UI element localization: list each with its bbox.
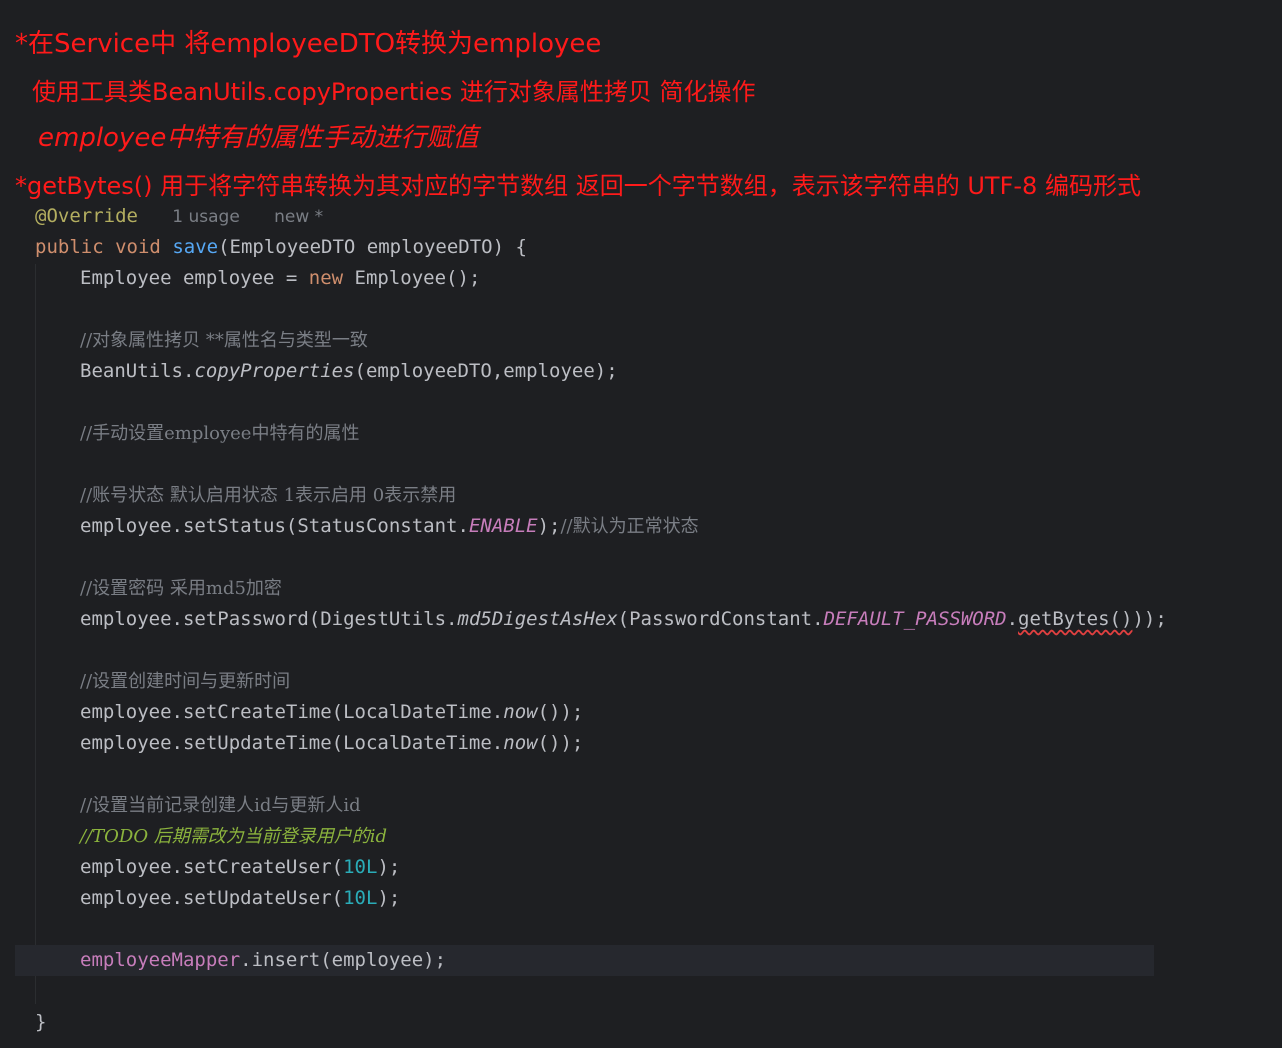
number-literal: 10L	[343, 856, 378, 878]
closing-brace: }	[35, 1011, 47, 1033]
code-line-todo: //TODO 后期需改为当前登录用户的id	[80, 821, 387, 852]
code-line-close-brace: }	[35, 1007, 46, 1038]
static-method: copyProperties	[194, 360, 355, 382]
code-line-new-employee: Employee employee = new Employee();	[80, 263, 480, 294]
code-line-comment-time: //设置创建时间与更新时间	[80, 666, 290, 697]
field-reference: employeeMapper	[80, 949, 241, 971]
comment: //对象属性拷贝 **属性名与类型一致	[80, 330, 368, 351]
code-line-set-update-user: employee.setUpdateUser(10L);	[80, 883, 400, 914]
code-line-annotation: @Override 1 usage new *	[35, 201, 323, 232]
override-annotation: @Override	[35, 205, 138, 227]
code-text: .	[1006, 608, 1019, 630]
code-line-comment-password: //设置密码 采用md5加密	[80, 573, 282, 604]
static-method: md5DigestAsHex	[457, 608, 618, 630]
number-literal: 10L	[343, 887, 378, 909]
code-text: employee.setUpdateTime(LocalDateTime.	[80, 732, 504, 754]
code-line-set-update-time: employee.setUpdateTime(LocalDateTime.now…	[80, 728, 583, 759]
comment: //手动设置employee中特有的属性	[80, 423, 360, 444]
code-line-comment-user: //设置当前记录创建人id与更新人id	[80, 790, 361, 821]
comment: //设置当前记录创建人id与更新人id	[80, 795, 361, 816]
annotation-note-2: 使用工具类BeanUtils.copyProperties 进行对象属性拷贝 简…	[32, 78, 756, 106]
annotation-note-1: *在Service中 将employeeDTO转换为employee	[15, 29, 602, 59]
code-text: );	[537, 515, 561, 537]
constant: ENABLE	[468, 515, 538, 537]
warning-squiggle[interactable]: getBytes()	[1018, 608, 1132, 630]
indent-guide	[35, 264, 36, 1004]
code-text: (PasswordConstant.	[617, 608, 824, 630]
code-text: employee.setCreateUser(	[80, 856, 344, 878]
code-line-set-create-time: employee.setCreateTime(LocalDateTime.now…	[80, 697, 583, 728]
code-text: employee.setPassword(DigestUtils.	[80, 608, 458, 630]
comment: //默认为正常状态	[560, 516, 699, 537]
comment: //设置密码 采用md5加密	[80, 578, 282, 599]
code-line-set-status: employee.setStatus(StatusConstant.ENABLE…	[80, 511, 699, 542]
static-method: now	[503, 701, 538, 723]
static-method: now	[503, 732, 538, 754]
method-params: (EmployeeDTO employeeDTO) {	[218, 236, 527, 258]
code-text: BeanUtils.	[80, 360, 195, 382]
author-hint[interactable]: new *	[274, 207, 323, 227]
code-line-comment-status: //账号状态 默认启用状态 1表示启用 0表示禁用	[80, 480, 456, 511]
code-line-signature: public void save(EmployeeDTO employeeDTO…	[35, 232, 527, 263]
code-text: );	[377, 887, 401, 909]
constant: DEFAULT_PASSWORD	[823, 608, 1007, 630]
code-line-copy-properties: BeanUtils.copyProperties(employeeDTO,emp…	[80, 356, 618, 387]
code-line-comment-copy: //对象属性拷贝 **属性名与类型一致	[80, 325, 368, 356]
annotation-note-3: employee中特有的属性手动进行赋值	[38, 123, 479, 153]
code-text: ));	[1132, 608, 1167, 630]
code-text: (employeeDTO,employee);	[354, 360, 618, 382]
code-editor[interactable]: @Override 1 usage new * public void save…	[0, 200, 1282, 1048]
code-text: employee.setUpdateUser(	[80, 887, 344, 909]
code-line-set-password: employee.setPassword(DigestUtils.md5Dige…	[80, 604, 1167, 635]
code-text: employee.setCreateTime(LocalDateTime.	[80, 701, 504, 723]
code-line-comment-manual: //手动设置employee中特有的属性	[80, 418, 359, 449]
usage-hint[interactable]: 1 usage	[172, 207, 240, 227]
method-name: save	[172, 236, 219, 258]
comment: //设置创建时间与更新时间	[80, 671, 291, 692]
code-line-set-create-user: employee.setCreateUser(10L);	[80, 852, 400, 883]
code-text: ());	[537, 732, 584, 754]
code-line-insert: employeeMapper.insert(employee);	[80, 945, 446, 976]
code-text: Employee();	[343, 267, 481, 289]
annotation-note-4: *getBytes() 用于将字符串转换为其对应的字节数组 返回一个字节数组，表…	[15, 172, 1141, 200]
code-text: ());	[537, 701, 584, 723]
keyword-void: void	[115, 236, 161, 258]
code-text: .insert(employee);	[240, 949, 447, 971]
code-text: );	[377, 856, 401, 878]
keyword-new: new	[308, 267, 344, 289]
todo-comment: //TODO 后期需改为当前登录用户的id	[80, 826, 388, 847]
code-text: Employee employee =	[80, 267, 309, 289]
keyword-public: public	[35, 236, 104, 258]
comment: //账号状态 默认启用状态 1表示启用 0表示禁用	[80, 485, 457, 506]
code-text: employee.setStatus(StatusConstant.	[80, 515, 469, 537]
